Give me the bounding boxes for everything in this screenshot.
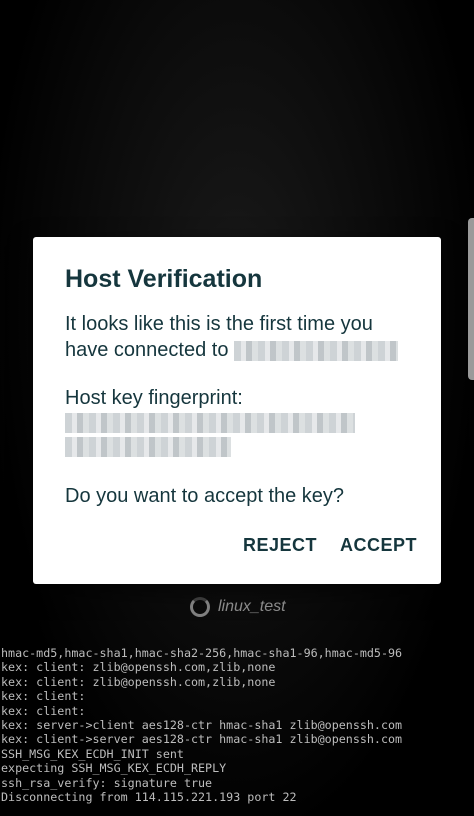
terminal-line: kex: client: — [1, 689, 86, 704]
terminal-screen: Host Verification It looks like this is … — [0, 0, 474, 816]
dialog-message: It looks like this is the first time you… — [65, 311, 415, 363]
dialog-message-line2: have connected to — [65, 339, 229, 361]
accept-button[interactable]: ACCEPT — [338, 531, 419, 560]
terminal-line: SSH_MSG_KEX_ECDH_INIT sent — [1, 746, 184, 761]
edge-scroll-handle[interactable] — [468, 218, 474, 380]
terminal-line: Disconnecting from 114.115.221.193 port … — [1, 790, 297, 805]
terminal-line: kex: client->server aes128-ctr hmac-sha1… — [1, 732, 403, 747]
host-name: linux_test — [218, 598, 286, 615]
loading-spinner-icon — [190, 597, 210, 617]
terminal-line: kex: client: zlib@openssh.com,zlib,none — [1, 660, 276, 675]
terminal-line: kex: client: — [1, 703, 86, 718]
reject-button[interactable]: REJECT — [241, 531, 319, 560]
redacted-fingerprint-line2 — [65, 437, 231, 457]
terminal-line: ssh_rsa_verify: signature true — [1, 775, 213, 790]
dialog-title: Host Verification — [65, 265, 263, 293]
terminal-output: hmac-md5,hmac-sha1,hmac-sha2-256,hmac-sh… — [1, 646, 402, 804]
host-verification-dialog: Host Verification It looks like this is … — [33, 237, 441, 584]
terminal-line: hmac-md5,hmac-sha1,hmac-sha2-256,hmac-sh… — [1, 646, 403, 660]
accept-key-question: Do you want to accept the key? — [65, 485, 345, 507]
terminal-line: kex: server->client aes128-ctr hmac-sha1… — [1, 718, 403, 733]
terminal-line: expecting SSH_MSG_KEX_ECDH_REPLY — [1, 761, 227, 776]
redacted-fingerprint-line1 — [65, 413, 355, 433]
terminal-line: kex: client: zlib@openssh.com,zlib,none — [1, 674, 276, 689]
redacted-host-address — [234, 340, 399, 361]
dialog-message-line1: It looks like this is the first time you — [65, 313, 373, 335]
fingerprint-label: Host key fingerprint: — [65, 387, 243, 409]
connection-status: linux_test — [190, 597, 286, 617]
